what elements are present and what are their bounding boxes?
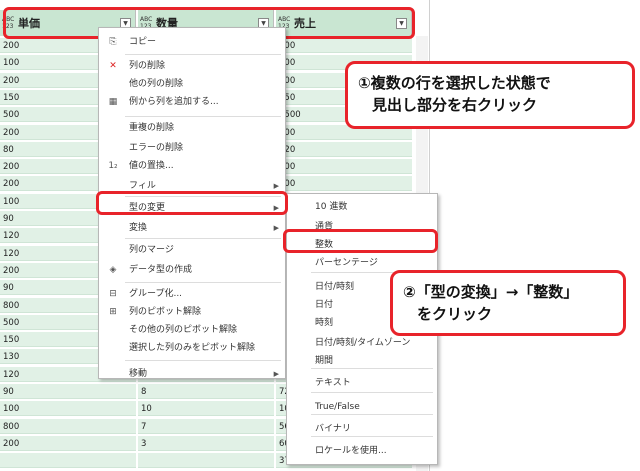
menu-separator (125, 116, 281, 117)
table-cell[interactable]: 8 (138, 384, 274, 399)
table-cell[interactable]: 800 (0, 418, 136, 434)
type-menu-item[interactable]: バイナリ (287, 418, 437, 440)
menu-item[interactable]: 変換 ▶ (99, 218, 285, 238)
type-menu-item[interactable]: テキスト (287, 372, 437, 394)
menu-separator (125, 360, 281, 361)
unpivot-icon: ⊞ (109, 307, 117, 317)
delete-column-icon: ✕ (109, 61, 117, 71)
table-cell[interactable]: 3 (138, 435, 274, 451)
type-menu-item[interactable]: 期間 (287, 350, 437, 372)
callout-2-line2: をクリック (417, 305, 493, 323)
group-by-icon: ⊟ (109, 289, 117, 299)
instruction-callout-2: ②「型の変換」→「整数」 をクリック (390, 270, 626, 336)
type-menu-item[interactable]: True/False (287, 396, 437, 418)
menu-item-label: 列のピボット解除 (129, 307, 202, 317)
menu-item[interactable]: その他の列のピボット解除 (99, 320, 285, 340)
column-from-examples-icon: ▦ (108, 97, 118, 107)
table-cell[interactable] (0, 453, 136, 469)
menu-item-label: 選択した列のみをピボット解除 (129, 343, 256, 353)
menu-item-label: 例から列を追加する... (129, 97, 219, 107)
integer-highlight-box (283, 229, 438, 253)
change-type-highlight-box (96, 191, 288, 215)
menu-item[interactable]: ⊞ 列のピボット解除 (99, 302, 285, 322)
menu-item-label: エラーの削除 (129, 143, 184, 153)
menu-item[interactable]: 列のマージ (99, 240, 285, 260)
replace-values-icon: 1₂ (108, 161, 118, 171)
table-cell[interactable] (138, 453, 274, 469)
submenu-arrow-icon: ▶ (273, 224, 279, 232)
menu-item-label: 列のマージ (129, 245, 174, 255)
menu-item[interactable]: 選択した列のみをピボット解除 (99, 338, 285, 358)
menu-separator (125, 238, 281, 239)
data-type-icon: ◈ (109, 265, 117, 275)
menu-item[interactable]: ⊟ グループ化... (99, 284, 285, 304)
menu-item-label: 値の置換... (129, 161, 174, 171)
table-cell[interactable]: 10 (138, 401, 274, 417)
menu-item-label: データ型の作成 (129, 265, 193, 275)
table-cell[interactable]: 720 (276, 141, 412, 157)
menu-item-label: グループ化... (129, 289, 183, 299)
menu-item[interactable]: ▦ 例から列を追加する... (99, 92, 285, 112)
copy-icon: ⎘ (109, 37, 117, 47)
menu-item[interactable]: 他の列の削除 (99, 74, 285, 94)
submenu-arrow-icon: ▶ (273, 370, 279, 378)
menu-separator (125, 282, 281, 283)
menu-item-label: フィル (129, 181, 156, 191)
menu-item[interactable]: エラーの削除 (99, 138, 285, 158)
table-cell[interactable]: 400 (276, 159, 412, 175)
menu-item-label: コピー (129, 37, 157, 47)
menu-item[interactable]: ✕ 列の削除 (99, 56, 285, 76)
type-menu-item[interactable]: 10 進数 (287, 196, 437, 218)
menu-item-label: 列の削除 (129, 61, 166, 71)
menu-item-label: 重複の削除 (129, 123, 175, 133)
menu-item-label: 変換 (129, 223, 148, 233)
menu-item[interactable]: 移動 ▶ (99, 364, 285, 384)
table-cell[interactable]: 200 (0, 435, 136, 451)
menu-separator (125, 54, 281, 55)
table-cell[interactable]: 400 (276, 176, 412, 192)
callout-1-line2: 見出し部分を右クリック (372, 96, 538, 114)
menu-item[interactable]: 重複の削除 (99, 118, 285, 138)
callout-1-line1: ①複数の行を選択した状態で (358, 74, 551, 92)
menu-item-label: 他の列の削除 (129, 79, 184, 89)
type-menu-item[interactable]: ロケールを使用... (287, 440, 437, 462)
table-cell[interactable]: 100 (0, 401, 136, 417)
menu-item[interactable]: ◈ データ型の作成 (99, 260, 285, 280)
menu-item[interactable]: 1₂ 値の置換... (99, 156, 285, 176)
table-cell[interactable]: 200 (276, 38, 412, 53)
table-cell[interactable]: 90 (0, 384, 136, 399)
menu-item-label: 移動 (129, 369, 148, 379)
callout-2-line1: ②「型の変換」→「整数」 (403, 283, 579, 301)
menu-item[interactable]: ⎘ コピー (99, 32, 285, 52)
instruction-callout-1: ①複数の行を選択した状態で 見出し部分を右クリック (345, 61, 635, 129)
table-cell[interactable]: 7 (138, 418, 274, 434)
menu-item-label: その他の列のピボット解除 (129, 325, 238, 335)
